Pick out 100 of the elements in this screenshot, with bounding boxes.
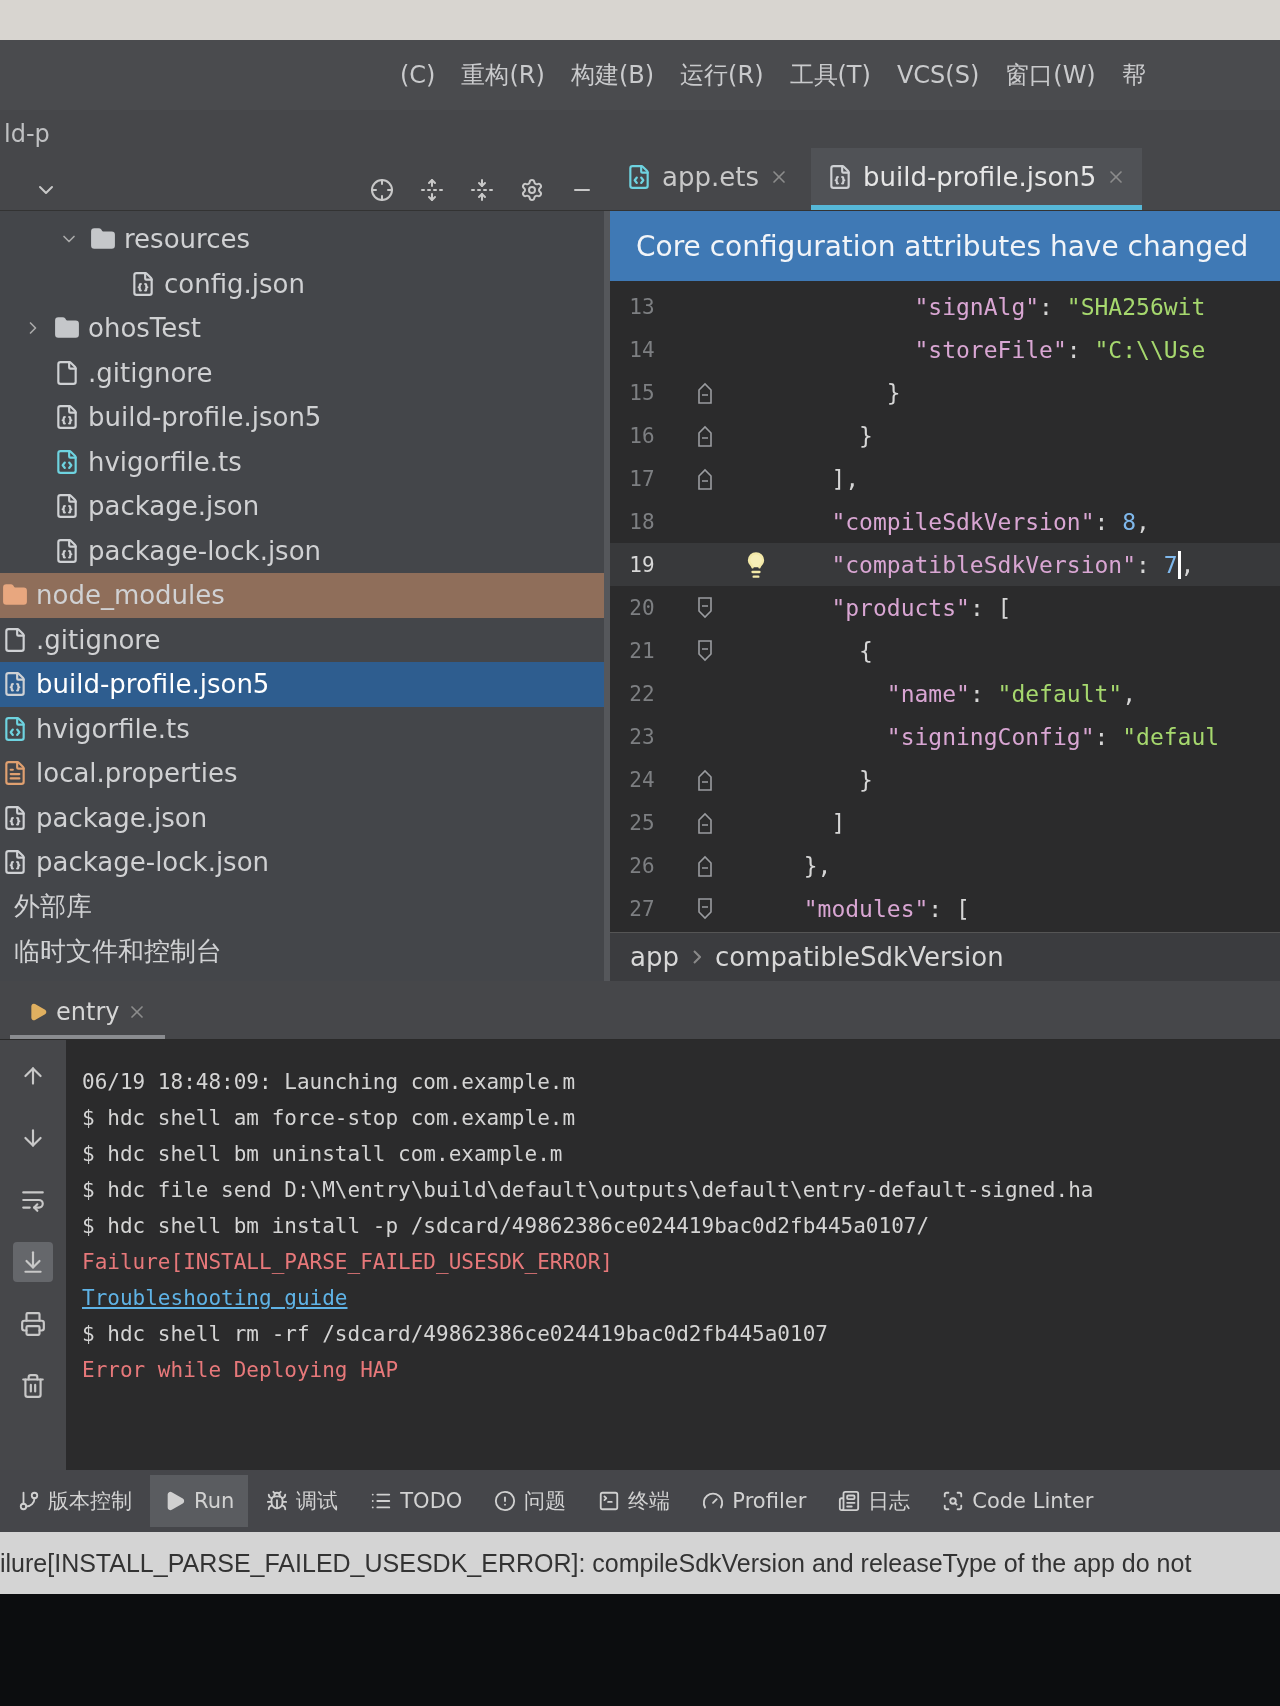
code-line: "compileSdkVersion": 8, xyxy=(830,508,1150,535)
fold-marker-icon[interactable] xyxy=(697,467,713,490)
tree-item[interactable]: package-lock.json xyxy=(0,840,604,885)
code-line: "products": [ xyxy=(830,594,1012,621)
line-number: 17 xyxy=(628,466,656,491)
tool-window-tab[interactable]: 问题 xyxy=(480,1475,581,1527)
tree-item[interactable]: package.json xyxy=(0,484,604,529)
tree-item[interactable]: build-profile.json5 xyxy=(0,662,604,707)
code-file-icon xyxy=(54,448,80,475)
code-file-icon xyxy=(2,715,28,742)
menu-item[interactable]: 运行(R) xyxy=(680,59,764,91)
line-number: 19 xyxy=(628,552,656,577)
file-icon xyxy=(54,359,80,386)
collapse-all-icon[interactable] xyxy=(470,178,494,202)
console-line: $ hdc shell bm uninstall com.example.m xyxy=(82,1141,563,1168)
fold-marker-icon[interactable] xyxy=(697,381,713,404)
printer-icon xyxy=(20,1311,46,1337)
line-number: 14 xyxy=(628,337,656,362)
scroll-to-end-button[interactable] xyxy=(13,1242,53,1282)
menu-item[interactable]: 窗口(W) xyxy=(1005,59,1096,91)
tree-item[interactable]: local.properties xyxy=(0,751,604,796)
tool-window-tab[interactable]: 日志 xyxy=(824,1475,925,1527)
terminal-icon xyxy=(598,1490,621,1512)
chevron-right-icon xyxy=(692,950,701,964)
code-line: } xyxy=(858,766,873,793)
trash-icon xyxy=(20,1373,46,1399)
json-file-icon xyxy=(2,671,28,698)
expand-all-icon[interactable] xyxy=(420,178,444,202)
tree-item[interactable]: package.json xyxy=(0,795,604,840)
console-line: $ hdc shell rm -rf /sdcard/49862386ce024419bac0d2fb445a0107 xyxy=(82,1321,828,1348)
tool-window-tab[interactable]: Profiler xyxy=(688,1475,821,1527)
fold-marker-icon[interactable] xyxy=(697,897,713,920)
code-line: ], xyxy=(830,465,860,492)
json-file-icon xyxy=(54,404,80,431)
console-line: $ hdc shell am force-stop com.example.m xyxy=(82,1105,576,1132)
tree-item[interactable]: hvigorfile.ts xyxy=(0,706,604,751)
fold-marker-icon[interactable] xyxy=(697,811,713,834)
tool-window-tab[interactable]: 终端 xyxy=(584,1475,685,1527)
menu-item[interactable]: 重构(R) xyxy=(461,59,545,91)
file-icon xyxy=(2,626,28,653)
tool-window-tab[interactable]: 调试 xyxy=(252,1475,353,1527)
troubleshooting-link[interactable]: Troubleshooting guide xyxy=(82,1280,348,1316)
fold-marker-icon[interactable] xyxy=(697,639,713,662)
project-title: ld-p xyxy=(3,120,50,148)
notification-banner: Core configuration attributes have changed xyxy=(610,211,1280,281)
breadcrumb-item[interactable]: compatibleSdkVersion xyxy=(714,942,1004,972)
tree-item[interactable]: ohosTest xyxy=(0,306,604,351)
tree-item[interactable]: hvigorfile.ts xyxy=(0,439,604,484)
breadcrumb-item[interactable]: app xyxy=(630,942,679,972)
code-line: "signAlg": "SHA256wit xyxy=(913,293,1206,320)
line-number: 15 xyxy=(628,380,656,405)
scan-icon xyxy=(942,1490,965,1512)
tree-item[interactable]: config.json xyxy=(0,261,604,306)
tree-item[interactable]: package-lock.json xyxy=(0,528,604,573)
menu-item[interactable]: 帮 xyxy=(1121,59,1146,91)
branch-icon xyxy=(18,1490,40,1512)
tree-item[interactable]: 外部库 xyxy=(0,884,604,929)
code-line: "modules": [ xyxy=(802,895,970,922)
line-number: 27 xyxy=(628,896,656,921)
code-line: "signingConfig": "defaul xyxy=(885,723,1220,750)
tree-item[interactable]: .gitignore xyxy=(0,617,604,662)
tool-window-tab[interactable]: 版本控制 xyxy=(4,1475,146,1527)
play-icon xyxy=(28,1002,48,1022)
json-file-icon xyxy=(2,849,28,876)
code-line: { xyxy=(858,637,873,664)
console-line: Failure[INSTALL_PARSE_FAILED_USESDK_ERROR] xyxy=(82,1249,613,1276)
code-line: } xyxy=(858,422,873,449)
code-line: } xyxy=(885,379,901,406)
line-number: 26 xyxy=(628,853,656,878)
text-file-icon xyxy=(2,760,28,787)
log-icon xyxy=(838,1490,861,1512)
tool-window-tab[interactable]: Run xyxy=(150,1475,249,1527)
fold-marker-icon[interactable] xyxy=(697,854,713,877)
bug-icon xyxy=(266,1490,289,1512)
fold-marker-icon[interactable] xyxy=(697,768,713,791)
tree-item[interactable]: resources xyxy=(0,217,604,262)
menu-item[interactable]: 工具(T) xyxy=(789,59,871,91)
tool-window-tab[interactable]: Code Linter xyxy=(928,1475,1108,1527)
fold-marker-icon[interactable] xyxy=(697,596,713,619)
code-line: "name": "default", xyxy=(885,680,1137,707)
code-line: ] xyxy=(830,809,846,836)
alert-icon xyxy=(494,1490,517,1512)
line-number: 18 xyxy=(628,509,656,534)
menu-item[interactable]: 构建(B) xyxy=(570,59,655,91)
json-file-icon xyxy=(54,493,80,520)
settings-icon[interactable] xyxy=(520,178,544,202)
tree-item[interactable]: build-profile.json5 xyxy=(0,395,604,440)
fold-marker-icon[interactable] xyxy=(697,424,713,447)
crosshair-icon[interactable] xyxy=(370,178,394,202)
menu-item[interactable]: (C) xyxy=(400,61,436,89)
tree-item[interactable]: 临时文件和控制台 xyxy=(0,929,604,974)
line-number: 22 xyxy=(628,681,656,706)
console-line: 06/19 18:48:09: Launching com.example.m xyxy=(82,1069,576,1096)
editor-tab[interactable]: build-profile.json5 xyxy=(810,148,1143,210)
line-number: 13 xyxy=(628,294,656,319)
tool-window-tab[interactable]: TODO xyxy=(356,1475,477,1527)
menu-item[interactable]: VCS(S) xyxy=(896,61,980,89)
editor-tab[interactable]: app.ets xyxy=(610,148,805,210)
tree-item[interactable]: .gitignore xyxy=(0,350,604,395)
code-line: "storeFile": "C:\\Use xyxy=(913,336,1206,363)
